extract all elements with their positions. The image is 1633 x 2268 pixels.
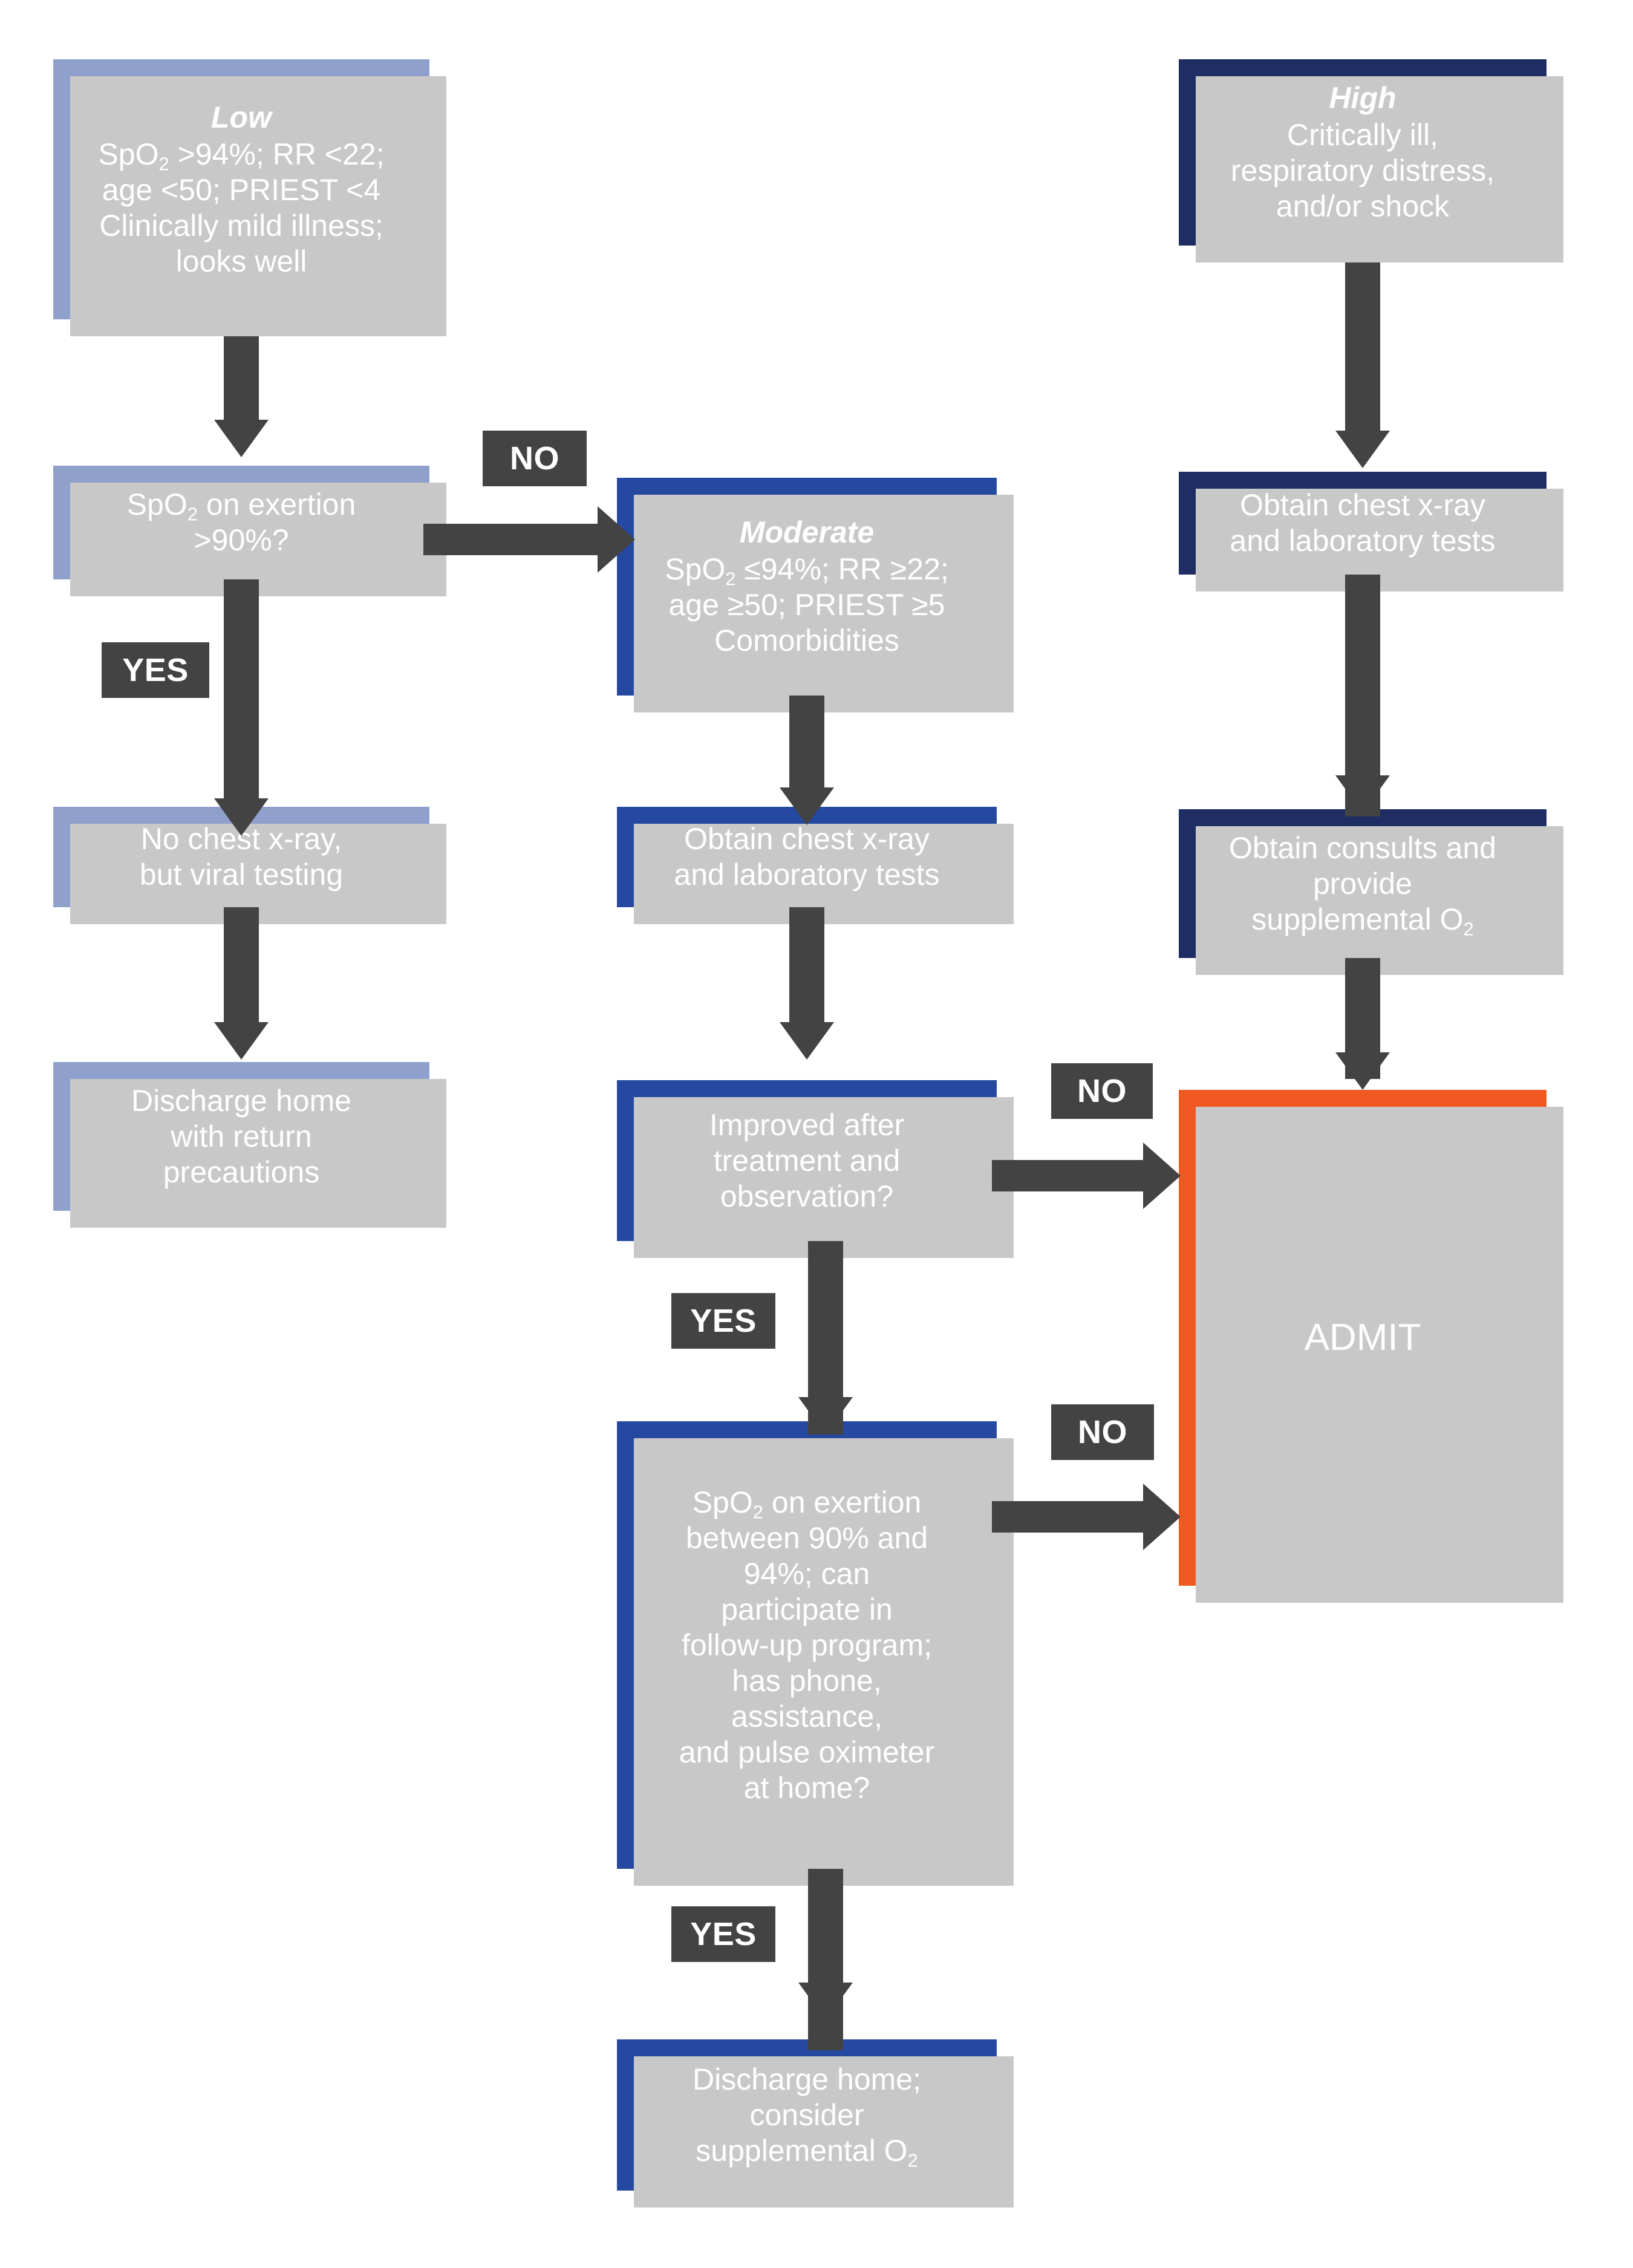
node-low-risk-line3: Clinically mild illness;	[99, 208, 383, 243]
edge-label-no-exertion: NO	[483, 431, 587, 486]
arrow-low-to-exertion-head	[214, 420, 269, 457]
arrow-nocxr-to-discharge-head	[214, 1022, 269, 1060]
node-spo2-home-line1: SpO2 on exertion	[692, 1485, 922, 1522]
node-moderate-risk-line2: age ≥50; PRIEST ≥5	[668, 588, 945, 622]
flowchart-canvas: Low SpO2 >94%; RR <22; age <50; PRIEST <…	[0, 0, 1633, 2268]
node-high-risk-text: High Critically ill, respiratory distres…	[1187, 80, 1538, 224]
node-spo2-home-line4: participate in	[721, 1592, 893, 1626]
node-moderate-risk-text: Moderate SpO2 ≤94%; RR ≥22; age ≥50; PRI…	[625, 515, 988, 659]
arrow-exertion-to-moderate-head	[598, 506, 635, 573]
node-spo2-home-line6: has phone,	[732, 1663, 882, 1698]
node-improved-line2: treatment and	[713, 1143, 901, 1178]
node-spo2-home-decision-text: SpO2 on exertion between 90% and 94%; ca…	[625, 1485, 988, 1806]
node-spo2-exertion-decision[interactable]: SpO2 on exertion >90%?	[53, 466, 446, 596]
arrow-consults-to-admit-head	[1335, 1052, 1390, 1090]
node-spo2-home-line7: assistance,	[731, 1699, 883, 1733]
node-admit-label: ADMIT	[1304, 1317, 1421, 1359]
node-discharge-line2: with return	[171, 1119, 312, 1153]
node-high-risk-line3: and/or shock	[1276, 189, 1450, 223]
node-discharge-line1: Discharge home	[131, 1083, 352, 1118]
node-obtain-cxr-labs-high-text: Obtain chest x-ray and laboratory tests	[1187, 487, 1538, 559]
arrow-improved-to-admit-shaft	[992, 1160, 1143, 1191]
node-admit-text: ADMIT	[1187, 1315, 1538, 1360]
node-consults-line1: Obtain consults and	[1229, 830, 1496, 865]
edge-label-no-home: NO	[1051, 1404, 1154, 1460]
node-cxr-mid-line1: Obtain chest x-ray	[684, 822, 930, 856]
edge-label-yes-exertion: YES	[102, 642, 209, 698]
node-improved-decision[interactable]: Improved after treatment and observation…	[617, 1080, 1014, 1258]
arrow-high-to-cxr-head	[1335, 431, 1390, 468]
node-obtain-consults-supplemental-o2-text: Obtain consults and provide supplemental…	[1187, 830, 1538, 939]
node-low-risk-header: Low	[211, 100, 272, 134]
arrow-spo2home-to-discharge-shaft	[808, 1869, 843, 2050]
arrow-improved-to-spo2home-head	[798, 1397, 853, 1435]
edge-label-yes-home: YES	[671, 1906, 775, 1962]
node-moderate-risk-header: Moderate	[739, 515, 875, 549]
arrow-exertion-to-nocxr-shaft	[224, 579, 259, 809]
node-moderate-risk[interactable]: Moderate SpO2 ≤94%; RR ≥22; age ≥50; PRI…	[617, 478, 1014, 712]
node-improved-line3: observation?	[720, 1179, 894, 1213]
node-discharge-line3: precautions	[163, 1155, 320, 1189]
node-spo2-home-line5: follow-up program;	[681, 1628, 933, 1662]
node-discharge-home-supplemental-o2[interactable]: Discharge home; consider supplemental O2	[617, 2039, 1014, 2208]
arrow-exertion-to-nocxr-head	[214, 798, 269, 836]
node-high-risk-line1: Critically ill,	[1287, 118, 1438, 152]
node-high-risk-header: High	[1329, 81, 1397, 115]
edge-label-no-improved: NO	[1051, 1063, 1153, 1119]
node-consults-line3: supplemental O2	[1251, 902, 1474, 939]
node-high-risk-line2: respiratory distress,	[1230, 154, 1495, 187]
node-spo2-home-decision[interactable]: SpO2 on exertion between 90% and 94%; ca…	[617, 1421, 1014, 1886]
node-moderate-risk-line1: SpO2 ≤94%; RR ≥22;	[665, 552, 949, 590]
arrow-low-to-exertion-shaft	[224, 336, 259, 422]
arrow-cxr-to-improved-head	[780, 1022, 834, 1060]
node-moderate-risk-line3: Comorbidities	[714, 624, 899, 657]
node-spo2-home-line3: 94%; can	[743, 1556, 870, 1591]
node-spo2-exertion-line2: >90%?	[194, 523, 289, 557]
arrow-spo2home-to-discharge-head	[798, 1983, 853, 2020]
node-high-risk[interactable]: High Critically ill, respiratory distres…	[1179, 59, 1563, 262]
node-discharge-home-supplemental-o2-text: Discharge home; consider supplemental O2	[625, 2062, 988, 2169]
node-spo2-home-line2: between 90% and	[685, 1520, 928, 1555]
arrow-exertion-to-moderate-shaft	[423, 524, 598, 555]
node-improved-decision-text: Improved after treatment and observation…	[625, 1107, 988, 1214]
arrow-spo2home-to-admit-shaft	[992, 1501, 1143, 1533]
node-cxr-high-line1: Obtain chest x-ray	[1240, 488, 1485, 522]
node-low-risk-text: Low SpO2 >94%; RR <22; age <50; PRIEST <…	[62, 100, 421, 279]
node-low-risk-line2: age <50; PRIEST <4	[102, 172, 381, 207]
arrow-cxr-to-improved-shaft	[789, 907, 824, 1028]
node-admit[interactable]: ADMIT	[1179, 1090, 1563, 1603]
arrow-cxrhigh-to-consults-head	[1335, 775, 1390, 813]
node-spo2-home-line8: and pulse oximeter	[679, 1735, 935, 1769]
node-obtain-consults-supplemental-o2[interactable]: Obtain consults and provide supplemental…	[1179, 809, 1563, 975]
arrow-nocxr-to-discharge-shaft	[224, 907, 259, 1028]
arrow-moderate-to-cxr-shaft	[789, 696, 824, 792]
node-spo2-home-line9: at home?	[743, 1770, 870, 1805]
node-obtain-cxr-labs-high[interactable]: Obtain chest x-ray and laboratory tests	[1179, 472, 1563, 591]
node-discharge-home-precautions[interactable]: Discharge home with return precautions	[53, 1062, 446, 1228]
node-low-risk[interactable]: Low SpO2 >94%; RR <22; age <50; PRIEST <…	[53, 59, 446, 336]
node-discharge-o2-line1: Discharge home;	[693, 2062, 921, 2096]
arrow-moderate-to-cxr-head	[780, 787, 834, 825]
node-low-risk-line4: looks well	[175, 244, 307, 278]
node-obtain-cxr-labs-moderate-text: Obtain chest x-ray and laboratory tests	[625, 821, 988, 893]
node-low-risk-line1: SpO2 >94%; RR <22;	[98, 137, 385, 174]
edge-label-yes-improved: YES	[671, 1293, 775, 1349]
node-discharge-o2-line2: consider	[749, 2097, 864, 2132]
arrow-improved-to-admit-head	[1143, 1142, 1181, 1209]
node-spo2-exertion-text: SpO2 on exertion >90%?	[62, 487, 421, 558]
arrow-spo2home-to-admit-head	[1143, 1484, 1181, 1550]
node-cxr-mid-line2: and laboratory tests	[674, 858, 940, 891]
node-cxr-high-line2: and laboratory tests	[1230, 524, 1496, 558]
node-no-chest-xray-line2: but viral testing	[139, 858, 344, 891]
node-spo2-exertion-line1: SpO2 on exertion	[126, 487, 356, 525]
node-discharge-home-precautions-text: Discharge home with return precautions	[62, 1083, 421, 1190]
node-discharge-o2-line3: supplemental O2	[696, 2133, 918, 2171]
node-improved-line1: Improved after	[709, 1107, 905, 1142]
arrow-high-to-cxr-shaft	[1345, 262, 1380, 438]
node-consults-line2: provide	[1313, 866, 1412, 901]
